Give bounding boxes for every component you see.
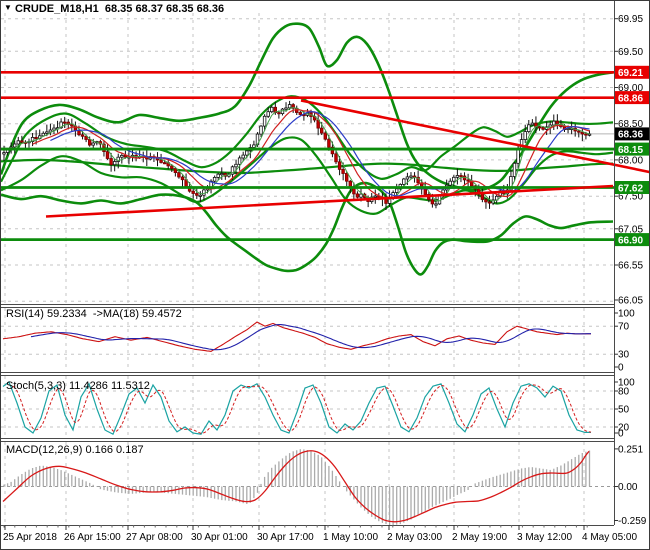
price-badge-label: 68.86	[618, 93, 643, 104]
price-badge-label: 69.21	[618, 68, 643, 79]
time-tick-label: 2 May 03:00	[387, 532, 443, 543]
price-badge-label: 66.90	[618, 235, 643, 246]
price-badge-label: 67.62	[618, 183, 643, 194]
price-tick-label: 66.05	[618, 296, 643, 307]
time-tick-label: 3 May 12:00	[517, 532, 573, 543]
candles	[2, 100, 592, 210]
macd-label: MACD(12,26,9) 0.166 0.187	[6, 444, 144, 456]
time-tick-label: 25 Apr 2018	[3, 532, 57, 543]
macd-panel	[2, 449, 591, 526]
rsi-tick-label: 100	[618, 309, 635, 320]
time-tick-label: 1 May 10:00	[323, 532, 379, 543]
stoch-tick-label: 80	[618, 387, 630, 398]
price-tick-label: 69.95	[618, 14, 643, 25]
price-tick-label: 69.50	[618, 47, 643, 58]
stoch-label: Stoch(5,3,3) 11.4286 11.5312	[6, 380, 150, 392]
macd-tick-label: -0.259	[618, 516, 647, 527]
macd-tick-label: 0.251	[618, 444, 643, 455]
time-tick-label: 26 Apr 15:00	[64, 532, 121, 543]
price-tick-label: 68.00	[618, 155, 643, 166]
rsi-label: RSI(14) 59.2334 ->MA(18) 59.4572	[6, 308, 182, 320]
time-tick-label: 27 Apr 08:00	[126, 532, 183, 543]
time-tick-label: 2 May 19:00	[452, 532, 508, 543]
time-tick-label: 4 May 05:00	[582, 532, 638, 543]
rsi-tick-label: 0	[618, 363, 624, 374]
time-tick-label: 30 Apr 17:00	[257, 532, 314, 543]
price-badge-label: 68.36	[618, 130, 643, 141]
chart-title: CRUDE_M18,H1 68.35 68.37 68.35 68.36	[15, 3, 225, 15]
time-tick-label: 30 Apr 01:00	[191, 532, 248, 543]
price-badge-label: 68.15	[618, 145, 643, 156]
stoch-tick-label: 50	[618, 405, 630, 416]
symbol-menu-icon[interactable]: ▼	[4, 3, 12, 12]
chart-canvas[interactable]: 69.9569.5069.0068.5068.0067.5067.0566.55…	[1, 1, 650, 550]
price-tick-label: 66.55	[618, 261, 643, 272]
macd-tick-label: 0.00	[618, 482, 638, 493]
trading-chart-window[interactable]: 69.95 69.50 69.00 68.50 68.00 67.50 67.05 66.55…	[0, 0, 650, 550]
rsi-tick-label: 30	[618, 350, 630, 361]
rsi-tick-label: 70	[618, 322, 630, 333]
stoch-tick-label: 0	[618, 429, 624, 440]
